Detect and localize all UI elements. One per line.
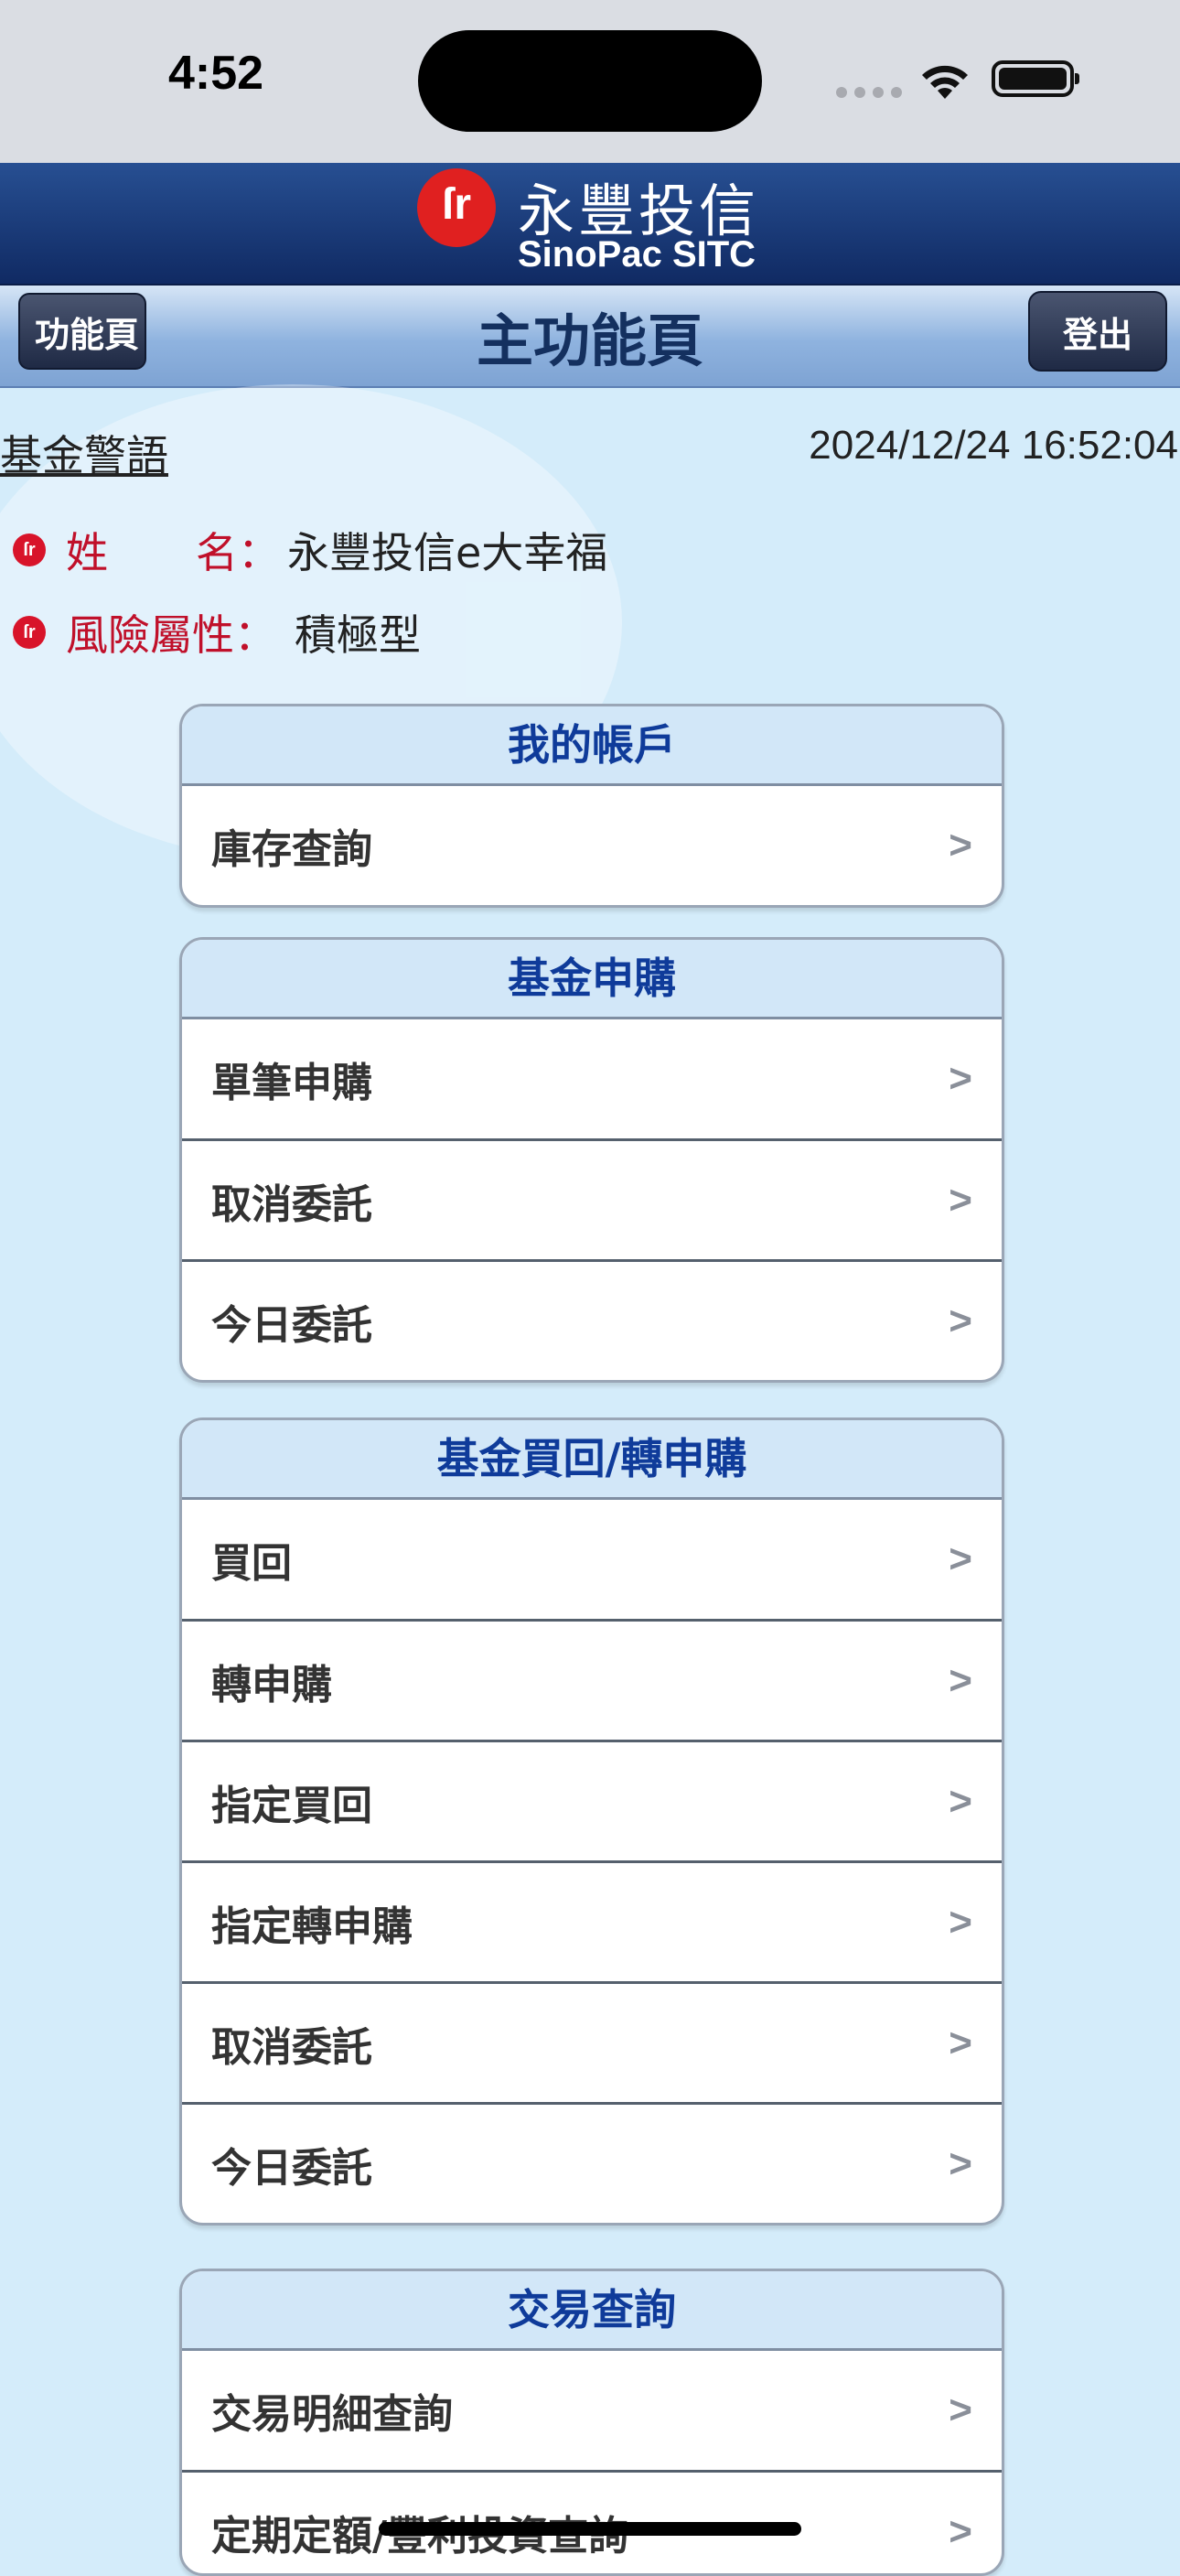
menu-item-label: 今日委託 bbox=[211, 1301, 372, 1349]
navigation-bar: 主功能頁 功能頁 登出 bbox=[0, 286, 1180, 388]
menu-item-label: 取消委託 bbox=[211, 2023, 372, 2071]
chevron-right-icon: > bbox=[949, 2508, 972, 2554]
brand-header: ſr 永豐投信 SinoPac SITC bbox=[0, 163, 1180, 286]
menu-item-label: 取消委託 bbox=[211, 1180, 372, 1228]
risk-label: 風險屬性 bbox=[66, 610, 234, 660]
brand-name-en: SinoPac SITC bbox=[518, 234, 756, 275]
bullet-icon: ſr bbox=[13, 616, 46, 649]
chevron-right-icon: > bbox=[949, 1657, 972, 1703]
menu-item-label: 轉申購 bbox=[211, 1661, 332, 1708]
home-indicator[interactable] bbox=[379, 2522, 801, 2536]
back-button[interactable]: 功能頁 bbox=[18, 293, 146, 370]
chevron-right-icon: > bbox=[949, 2387, 972, 2432]
logout-button[interactable]: 登出 bbox=[1028, 291, 1167, 372]
chevron-right-icon: > bbox=[949, 2140, 972, 2186]
menu-item-cancel-order[interactable]: 取消委託 > bbox=[182, 1138, 1002, 1259]
group-title: 基金申購 bbox=[182, 940, 1002, 1019]
group-title: 我的帳戶 bbox=[182, 706, 1002, 786]
wifi-icon bbox=[922, 65, 968, 99]
menu-item-designated-switch[interactable]: 指定轉申購 > bbox=[182, 1860, 1002, 1981]
status-time: 4:52 bbox=[168, 47, 264, 100]
menu-item-cancel-order[interactable]: 取消委託 > bbox=[182, 1981, 1002, 2102]
menu-item-label: 庫存查詢 bbox=[211, 826, 372, 873]
chevron-right-icon: > bbox=[949, 1177, 972, 1223]
name-row: ſr 姓名 ： 永豐投信e大幸福 bbox=[13, 523, 607, 577]
menu-item-label: 今日委託 bbox=[211, 2144, 372, 2192]
menu-item-redeem[interactable]: 買回 > bbox=[182, 1500, 1002, 1619]
menu-item-label: 指定買回 bbox=[211, 1782, 372, 1829]
chevron-right-icon: > bbox=[949, 2020, 972, 2065]
risk-colon: ： bbox=[234, 610, 276, 660]
name-value: 永豐投信e大幸福 bbox=[287, 528, 608, 577]
chevron-right-icon: > bbox=[949, 1536, 972, 1581]
sinopac-logo-icon: ſr bbox=[417, 168, 496, 247]
risk-value: 積極型 bbox=[295, 610, 421, 660]
bullet-icon: ſr bbox=[13, 534, 46, 566]
chevron-right-icon: > bbox=[949, 1899, 972, 1945]
menu-item-label: 單筆申購 bbox=[211, 1060, 372, 1106]
menu-item-transaction-details[interactable]: 交易明細查詢 > bbox=[182, 2351, 1002, 2470]
group-title: 基金買回/轉申購 bbox=[182, 1420, 1002, 1500]
cellular-signal-icon bbox=[836, 87, 902, 98]
menu-item-switch[interactable]: 轉申購 > bbox=[182, 1619, 1002, 1740]
chevron-right-icon: > bbox=[949, 823, 972, 868]
chevron-right-icon: > bbox=[949, 1298, 972, 1343]
page-title: 主功能頁 bbox=[476, 307, 703, 374]
menu-item-today-orders[interactable]: 今日委託 > bbox=[182, 2102, 1002, 2223]
name-colon: ： bbox=[238, 528, 280, 577]
status-bar: 4:52 bbox=[0, 0, 1180, 163]
battery-icon bbox=[992, 60, 1079, 97]
fund-warning-link[interactable]: 基金警語 bbox=[0, 423, 168, 483]
current-datetime: 2024/12/24 16:52:04 bbox=[809, 423, 1178, 468]
chevron-right-icon: > bbox=[949, 1778, 972, 1824]
chevron-right-icon: > bbox=[949, 1056, 972, 1101]
group-my-account: 我的帳戶 庫存查詢 > bbox=[179, 704, 1004, 908]
menu-item-single-purchase[interactable]: 單筆申購 > bbox=[182, 1019, 1002, 1138]
risk-row: ſr 風險屬性 ： 積極型 bbox=[13, 605, 421, 660]
menu-item-label: 交易明細查詢 bbox=[211, 2391, 453, 2438]
menu-item-today-orders[interactable]: 今日委託 > bbox=[182, 1259, 1002, 1380]
menu-item-label: 指定轉申購 bbox=[211, 1902, 413, 1950]
group-title: 交易查詢 bbox=[182, 2271, 1002, 2351]
group-fund-purchase: 基金申購 單筆申購 > 取消委託 > 今日委託 > bbox=[179, 937, 1004, 1383]
menu-item-designated-redeem[interactable]: 指定買回 > bbox=[182, 1740, 1002, 1860]
group-redeem-switch: 基金買回/轉申購 買回 > 轉申購 > 指定買回 > 指定轉申購 > 取消委託 … bbox=[179, 1417, 1004, 2226]
menu-item-label: 買回 bbox=[211, 1540, 292, 1587]
dynamic-island bbox=[418, 30, 762, 132]
menu-item-inventory[interactable]: 庫存查詢 > bbox=[182, 786, 1002, 905]
